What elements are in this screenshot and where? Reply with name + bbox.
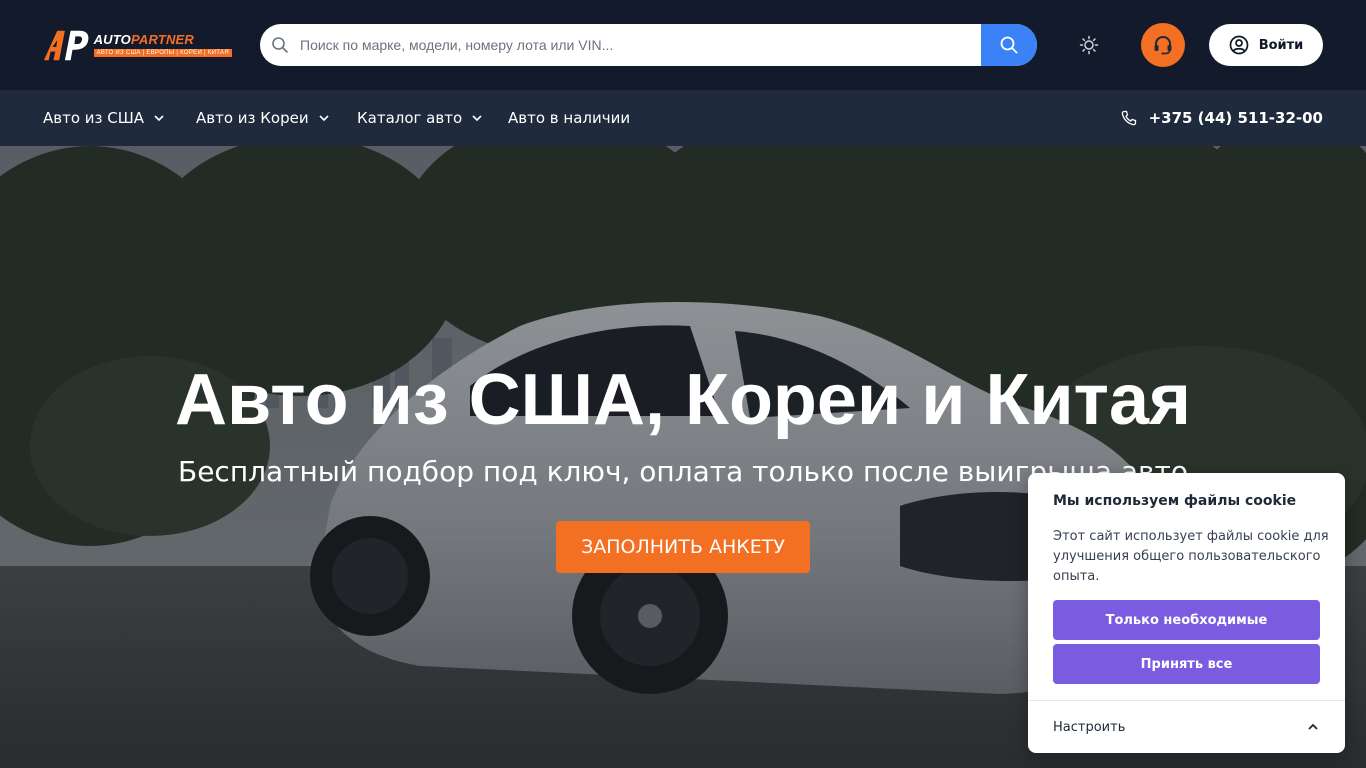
phone-number: +375 (44) 511-32-00 [1148, 109, 1323, 127]
phone-icon [1121, 110, 1136, 126]
nav-item-usa[interactable]: Авто из США [43, 90, 165, 146]
brand-name: AUTOPARTNER [94, 33, 232, 46]
chevron-up-icon [1308, 723, 1318, 730]
nav-item-label: Авто из США [43, 109, 145, 127]
brand-wordmark: AUTOPARTNER АВТО ИЗ США | ЕВРОПЫ | КОРЕИ… [93, 33, 232, 57]
nav-item-label: Авто из Кореи [196, 109, 309, 127]
chevron-down-icon [154, 115, 164, 122]
cookie-settings-toggle[interactable]: Настроить [1053, 701, 1320, 753]
phone-link[interactable]: +375 (44) 511-32-00 [1121, 90, 1323, 146]
theme-toggle-button[interactable] [1078, 34, 1100, 56]
chevron-down-icon [319, 115, 329, 122]
search-button[interactable] [981, 24, 1037, 66]
search-icon [1000, 36, 1018, 54]
brand-tagline: АВТО ИЗ США | ЕВРОПЫ | КОРЕИ | КИТАЯ [93, 49, 232, 57]
chevron-down-icon [472, 115, 482, 122]
cookie-accept-all-button[interactable]: Принять все [1053, 644, 1320, 684]
nav-item-in-stock[interactable]: Авто в наличии [508, 90, 630, 146]
brand-name-part2: PARTNER [130, 32, 195, 47]
main-nav: Авто из США Авто из Кореи Каталог авто А… [0, 90, 1366, 146]
cookie-consent-panel: Мы используем файлы cookie Этот сайт исп… [1028, 473, 1345, 753]
login-label: Войти [1258, 37, 1304, 53]
ap-logo-icon [43, 30, 89, 61]
cookie-necessary-button[interactable]: Только необходимые [1053, 600, 1320, 640]
hero-title: Авто из США, Кореи и Китая [174, 360, 1191, 440]
nav-item-label: Каталог авто [357, 109, 463, 127]
nav-item-label: Авто в наличии [508, 109, 631, 127]
headset-icon [1154, 35, 1172, 55]
brand-logo[interactable]: AUTOPARTNER АВТО ИЗ США | ЕВРОПЫ | КОРЕИ… [42, 27, 232, 63]
sun-icon [1079, 35, 1099, 55]
user-circle-icon [1229, 35, 1249, 55]
nav-item-korea[interactable]: Авто из Кореи [196, 90, 330, 146]
support-button[interactable] [1141, 23, 1185, 67]
site-header: AUTOPARTNER АВТО ИЗ США | ЕВРОПЫ | КОРЕИ… [0, 0, 1366, 90]
login-button[interactable]: Войти [1209, 24, 1323, 66]
search-bar [260, 24, 1037, 66]
search-icon [272, 37, 288, 53]
fill-form-button[interactable]: ЗАПОЛНИТЬ АНКЕТУ [556, 521, 810, 573]
search-input[interactable] [300, 24, 980, 66]
cookie-title: Мы используем файлы cookie [1053, 493, 1297, 509]
nav-item-catalog[interactable]: Каталог авто [357, 90, 483, 146]
cookie-settings-label: Настроить [1053, 719, 1126, 735]
brand-name-part1: AUTO [93, 32, 131, 47]
cookie-description: Этот сайт использует файлы cookie для ул… [1053, 529, 1329, 584]
